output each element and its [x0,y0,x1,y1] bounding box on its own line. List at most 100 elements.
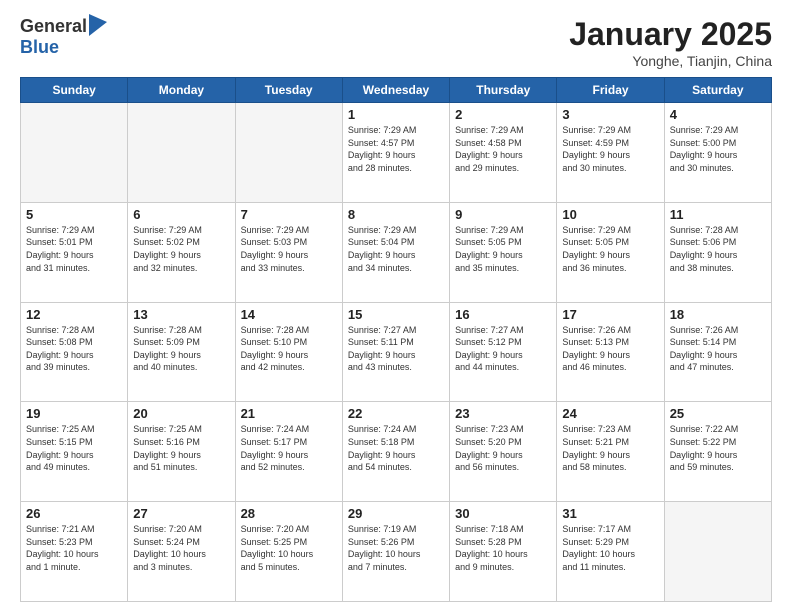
week-row-3: 12 Sunrise: 7:28 AM Sunset: 5:08 PM Dayli… [21,302,772,402]
day-cell: 25Sunrise: 7:22 AM Sunset: 5:22 PM Dayli… [664,402,771,502]
day-number: 10 [562,207,658,222]
day-cell: 12 Sunrise: 7:28 AM Sunset: 5:08 PM Dayli… [21,302,128,402]
day-number: 20 [133,406,229,421]
day-cell: 29 Sunrise: 7:19 AM Sunset: 5:26 PM Dayli… [342,502,449,602]
day-cell: 20 Sunrise: 7:25 AM Sunset: 5:16 PM Dayli… [128,402,235,502]
day-info: Sunrise: 7:28 AM Sunset: 5:10 PM Dayligh… [241,324,337,374]
day-info: Sunrise: 7:29 AM Sunset: 5:03 PM Dayligh… [241,224,337,274]
day-cell [21,103,128,203]
day-info: Sunrise: 7:18 AM Sunset: 5:28 PM Dayligh… [455,523,551,573]
day-info: Sunrise: 7:26 AM Sunset: 5:13 PM Dayligh… [562,324,658,374]
logo-blue: Blue [20,38,107,58]
week-row-5: 26Sunrise: 7:21 AM Sunset: 5:23 PM Dayli… [21,502,772,602]
day-number: 13 [133,307,229,322]
day-number: 27 [133,506,229,521]
day-info: Sunrise: 7:29 AM Sunset: 5:02 PM Dayligh… [133,224,229,274]
logo-icon [89,14,107,36]
day-info: Sunrise: 7:24 AM Sunset: 5:17 PM Dayligh… [241,423,337,473]
page: General Blue January 2025 Yonghe, Tianji… [0,0,792,612]
week-row-1: 1 Sunrise: 7:29 AM Sunset: 4:57 PM Daylig… [21,103,772,203]
day-info: Sunrise: 7:25 AM Sunset: 5:16 PM Dayligh… [133,423,229,473]
day-number: 4 [670,107,766,122]
day-cell: 10 Sunrise: 7:29 AM Sunset: 5:05 PM Dayli… [557,202,664,302]
day-info: Sunrise: 7:29 AM Sunset: 5:04 PM Dayligh… [348,224,444,274]
day-info: Sunrise: 7:17 AM Sunset: 5:29 PM Dayligh… [562,523,658,573]
day-info: Sunrise: 7:25 AM Sunset: 5:15 PM Dayligh… [26,423,122,473]
day-info: Sunrise: 7:28 AM Sunset: 5:06 PM Dayligh… [670,224,766,274]
day-number: 12 [26,307,122,322]
day-number: 8 [348,207,444,222]
day-number: 30 [455,506,551,521]
day-info: Sunrise: 7:24 AM Sunset: 5:18 PM Dayligh… [348,423,444,473]
day-info: Sunrise: 7:28 AM Sunset: 5:09 PM Dayligh… [133,324,229,374]
header-wednesday: Wednesday [342,78,449,103]
title-month: January 2025 [569,16,772,53]
day-cell: 22 Sunrise: 7:24 AM Sunset: 5:18 PM Dayli… [342,402,449,502]
day-info: Sunrise: 7:27 AM Sunset: 5:12 PM Dayligh… [455,324,551,374]
header-friday: Friday [557,78,664,103]
day-number: 7 [241,207,337,222]
day-number: 16 [455,307,551,322]
day-number: 31 [562,506,658,521]
day-cell: 30 Sunrise: 7:18 AM Sunset: 5:28 PM Dayli… [450,502,557,602]
day-info: Sunrise: 7:23 AM Sunset: 5:21 PM Dayligh… [562,423,658,473]
logo: General Blue [20,16,107,58]
day-cell: 27 Sunrise: 7:20 AM Sunset: 5:24 PM Dayli… [128,502,235,602]
day-cell: 24 Sunrise: 7:23 AM Sunset: 5:21 PM Dayli… [557,402,664,502]
day-cell: 9 Sunrise: 7:29 AM Sunset: 5:05 PM Daylig… [450,202,557,302]
day-cell: 7 Sunrise: 7:29 AM Sunset: 5:03 PM Daylig… [235,202,342,302]
day-number: 28 [241,506,337,521]
day-cell: 4 Sunrise: 7:29 AM Sunset: 5:00 PM Daylig… [664,103,771,203]
day-info: Sunrise: 7:29 AM Sunset: 4:57 PM Dayligh… [348,124,444,174]
day-cell: 16 Sunrise: 7:27 AM Sunset: 5:12 PM Dayli… [450,302,557,402]
day-cell: 14 Sunrise: 7:28 AM Sunset: 5:10 PM Dayli… [235,302,342,402]
day-number: 9 [455,207,551,222]
day-number: 17 [562,307,658,322]
day-cell: 23Sunrise: 7:23 AM Sunset: 5:20 PM Dayli… [450,402,557,502]
day-info: Sunrise: 7:28 AM Sunset: 5:08 PM Dayligh… [26,324,122,374]
day-info: Sunrise: 7:19 AM Sunset: 5:26 PM Dayligh… [348,523,444,573]
week-row-4: 19 Sunrise: 7:25 AM Sunset: 5:15 PM Dayli… [21,402,772,502]
day-info: Sunrise: 7:29 AM Sunset: 4:58 PM Dayligh… [455,124,551,174]
day-cell: 26Sunrise: 7:21 AM Sunset: 5:23 PM Dayli… [21,502,128,602]
day-cell: 21 Sunrise: 7:24 AM Sunset: 5:17 PM Dayli… [235,402,342,502]
day-cell: 3 Sunrise: 7:29 AM Sunset: 4:59 PM Daylig… [557,103,664,203]
day-info: Sunrise: 7:29 AM Sunset: 5:05 PM Dayligh… [455,224,551,274]
logo-general: General [20,17,87,37]
day-cell [128,103,235,203]
day-number: 5 [26,207,122,222]
day-number: 24 [562,406,658,421]
day-info: Sunrise: 7:29 AM Sunset: 5:01 PM Dayligh… [26,224,122,274]
day-info: Sunrise: 7:29 AM Sunset: 5:00 PM Dayligh… [670,124,766,174]
week-row-2: 5 Sunrise: 7:29 AM Sunset: 5:01 PM Daylig… [21,202,772,302]
day-number: 18 [670,307,766,322]
day-number: 22 [348,406,444,421]
day-number: 26 [26,506,122,521]
day-cell: 15Sunrise: 7:27 AM Sunset: 5:11 PM Dayli… [342,302,449,402]
day-number: 23 [455,406,551,421]
day-number: 3 [562,107,658,122]
day-cell: 31 Sunrise: 7:17 AM Sunset: 5:29 PM Dayli… [557,502,664,602]
day-cell: 28Sunrise: 7:20 AM Sunset: 5:25 PM Dayli… [235,502,342,602]
day-info: Sunrise: 7:22 AM Sunset: 5:22 PM Dayligh… [670,423,766,473]
day-cell: 6Sunrise: 7:29 AM Sunset: 5:02 PM Daylig… [128,202,235,302]
day-cell: 1 Sunrise: 7:29 AM Sunset: 4:57 PM Daylig… [342,103,449,203]
day-cell: 8 Sunrise: 7:29 AM Sunset: 5:04 PM Daylig… [342,202,449,302]
day-number: 29 [348,506,444,521]
day-number: 19 [26,406,122,421]
day-number: 14 [241,307,337,322]
day-info: Sunrise: 7:20 AM Sunset: 5:24 PM Dayligh… [133,523,229,573]
day-info: Sunrise: 7:29 AM Sunset: 4:59 PM Dayligh… [562,124,658,174]
day-cell: 18Sunrise: 7:26 AM Sunset: 5:14 PM Dayli… [664,302,771,402]
header-thursday: Thursday [450,78,557,103]
day-info: Sunrise: 7:29 AM Sunset: 5:05 PM Dayligh… [562,224,658,274]
day-info: Sunrise: 7:27 AM Sunset: 5:11 PM Dayligh… [348,324,444,374]
day-number: 11 [670,207,766,222]
day-cell [664,502,771,602]
day-number: 1 [348,107,444,122]
day-number: 2 [455,107,551,122]
header-sunday: Sunday [21,78,128,103]
day-number: 21 [241,406,337,421]
header-tuesday: Tuesday [235,78,342,103]
title-location: Yonghe, Tianjin, China [569,53,772,69]
